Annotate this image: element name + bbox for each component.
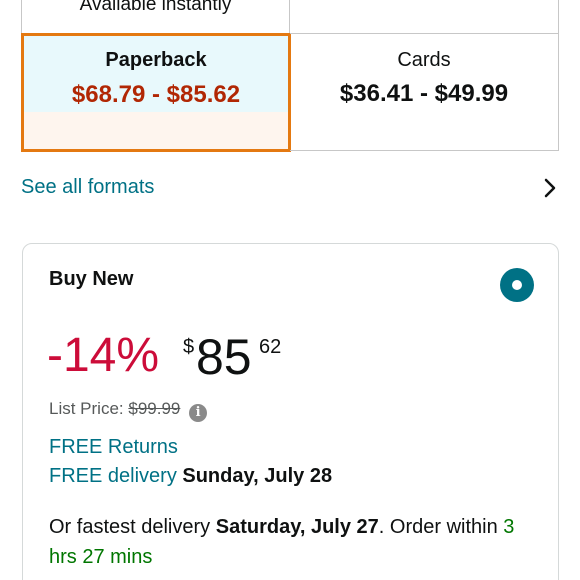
format-option-kindle[interactable]: Available instantly: [21, 0, 290, 34]
format-option-blank[interactable]: [289, 0, 559, 34]
info-icon[interactable]: i: [189, 404, 208, 422]
list-price-value: $99.99: [128, 399, 181, 418]
fastest-mid: . Order within: [378, 516, 498, 538]
price-currency: $: [183, 336, 195, 358]
free-returns-link[interactable]: FREE Returns: [49, 436, 178, 459]
fastest-date: Saturday, July 27: [215, 516, 379, 538]
delivery-info: FREE delivery Sunday, July 28: [49, 465, 332, 488]
format-name: Cards: [397, 49, 451, 71]
see-all-formats-label: See all formats: [21, 176, 155, 198]
delivery-date: Sunday, July 28: [182, 465, 333, 487]
list-price: List Price: $99.99 i: [49, 399, 208, 422]
price-fraction: 62: [259, 336, 282, 358]
chevron-right-icon: [544, 178, 556, 198]
list-price-label: List Price:: [49, 399, 124, 418]
format-option-cards[interactable]: Cards $36.41 - $49.99: [290, 33, 559, 151]
format-selector: Available instantly Paperback $68.79 - $…: [21, 0, 559, 152]
fastest-prefix: Or fastest delivery: [49, 516, 211, 538]
format-price: $36.41 - $49.99: [339, 80, 509, 107]
fastest-delivery-info: Or fastest delivery Saturday, July 27. O…: [49, 512, 539, 572]
free-delivery-link[interactable]: FREE delivery: [49, 465, 177, 487]
format-name: Paperback: [105, 49, 207, 71]
see-all-formats-link[interactable]: See all formats: [21, 176, 559, 202]
discount-badge: -14%: [47, 329, 160, 382]
buy-box-title: Buy New: [49, 268, 134, 290]
format-availability-text: Available instantly: [79, 0, 232, 15]
radio-selected-dot: [512, 280, 522, 290]
buy-new-radio[interactable]: [500, 268, 534, 302]
buy-new-box[interactable]: Buy New -14% $ 85 62 List Price: $99.99 …: [22, 243, 559, 580]
price-whole: 85: [196, 329, 252, 385]
format-option-paperback[interactable]: Paperback $68.79 - $85.62: [21, 33, 291, 152]
format-price: $68.79 - $85.62: [71, 81, 241, 108]
